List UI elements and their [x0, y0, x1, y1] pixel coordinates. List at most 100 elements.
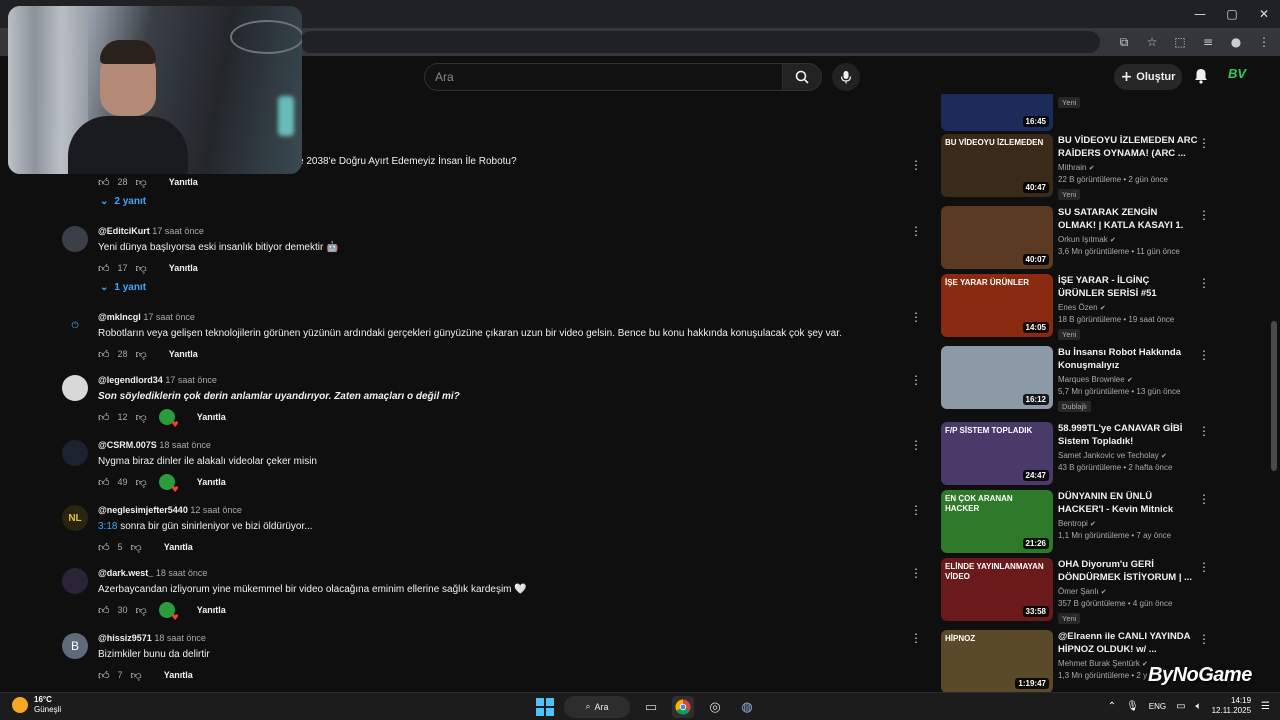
video-more-icon[interactable]: ⋮	[1198, 208, 1210, 222]
comment-author[interactable]: @EditciKurt	[98, 226, 150, 236]
minimize-button[interactable]: —	[1184, 0, 1216, 28]
taskbar-search[interactable]: ⌕ Ara	[564, 696, 630, 718]
clock[interactable]: 14:19 12.11.2025	[1212, 696, 1251, 716]
windows-start-icon[interactable]	[536, 698, 554, 716]
channel-name[interactable]: Mithrain	[1058, 163, 1086, 172]
create-button[interactable]: + Oluştur	[1114, 64, 1182, 90]
volume-icon[interactable]: 🔈︎	[1196, 701, 1202, 712]
install-icon[interactable]: ⧉	[1114, 32, 1134, 52]
comment-author[interactable]: @hissiz9571	[98, 633, 152, 643]
dislike-icon[interactable]: 👎︎	[136, 411, 147, 424]
comment-time[interactable]: 12 saat önce	[190, 505, 242, 515]
avatar[interactable]: B	[62, 633, 88, 659]
comment-more-icon[interactable]: ⋮	[910, 438, 922, 454]
channel-name[interactable]: Orkun Işıtmak	[1058, 235, 1108, 244]
recommended-video[interactable]: BU VİDEOYU İZLEMEDEN 40:47 BU VİDEOYU İZLE…	[940, 134, 1220, 200]
comment-time[interactable]: 18 saat önce	[154, 633, 206, 643]
recommended-video[interactable]: 16:45 Onur Naci Öztürker ✔6,4 B görüntüle…	[940, 94, 1220, 132]
comment-author[interactable]: @mklncgl	[98, 312, 141, 322]
video-thumbnail[interactable]: 40:07	[941, 206, 1053, 269]
profile-icon[interactable]: ●	[1226, 32, 1246, 52]
video-title[interactable]: İŞE YARAR - İLGİNÇ ÜRÜNLER SERİSİ #51	[1058, 274, 1198, 300]
comment-time[interactable]: 17 saat önce	[143, 312, 195, 322]
dislike-icon[interactable]: 👎︎	[136, 604, 147, 617]
video-thumbnail[interactable]: İŞE YARAR ÜRÜNLER 14:05	[941, 274, 1053, 337]
video-more-icon[interactable]: ⋮	[1198, 492, 1210, 506]
reply-button[interactable]: Yanıtla	[169, 349, 198, 359]
video-title[interactable]: OHA Diyorum'u GERİ DÖNDÜRMEK İSTİYORUM |…	[1058, 558, 1198, 584]
like-icon[interactable]: 👍︎	[98, 669, 110, 682]
video-channel[interactable]: Marques Brownlee ✔	[1058, 375, 1198, 384]
like-icon[interactable]: 👍︎	[98, 541, 110, 554]
channel-name[interactable]: Mehmet Burak Şentürk	[1058, 659, 1140, 668]
notification-icon[interactable]: ☰	[1261, 701, 1270, 712]
video-channel[interactable]: Orkun Işıtmak ✔	[1058, 235, 1198, 244]
search-input[interactable]: Ara	[424, 63, 782, 91]
dislike-icon[interactable]: 👎︎	[136, 476, 147, 489]
recommended-video[interactable]: İŞE YARAR ÜRÜNLER 14:05 İŞE YARAR - İLGİNÇ…	[940, 274, 1220, 340]
mic-tray-icon[interactable]: 🎙︎	[1126, 701, 1139, 712]
reply-button[interactable]: Yanıtla	[164, 542, 193, 552]
dislike-icon[interactable]: 👎︎	[131, 669, 142, 682]
view-replies-button[interactable]: ⌄ 1 yanıt	[100, 282, 146, 293]
channel-name[interactable]: Samet Jankovic ve Techolay	[1058, 451, 1159, 460]
comment-time[interactable]: 17 saat önce	[152, 226, 204, 236]
view-replies-button[interactable]: ⌄ 2 yanıt	[100, 196, 146, 207]
task-view-icon[interactable]: ▭	[640, 696, 662, 718]
avatar[interactable]: ⏻	[62, 312, 88, 338]
weather-widget[interactable]: 16°C Güneşli	[12, 695, 61, 715]
reply-button[interactable]: Yanıtla	[197, 605, 226, 615]
app-icon[interactable]: ◎	[704, 696, 726, 718]
dislike-icon[interactable]: 👎︎	[136, 348, 147, 361]
reply-button[interactable]: Yanıtla	[169, 263, 198, 273]
comment-more-icon[interactable]: ⋮	[910, 224, 922, 240]
video-title[interactable]: DÜNYANIN EN ÜNLÜ HACKER'I - Kevin Mitnic…	[1058, 490, 1198, 516]
close-button[interactable]: ✕	[1248, 0, 1280, 28]
comment-author[interactable]: @dark.west_	[98, 568, 153, 578]
video-channel[interactable]: Samet Jankovic ve Techolay ✔	[1058, 451, 1198, 460]
timestamp-link[interactable]: 3:18	[98, 521, 117, 532]
video-title[interactable]: 58.999TL'ye CANAVAR GİBİ Sistem Topladık…	[1058, 422, 1198, 448]
menu-icon[interactable]: ⋮	[1254, 32, 1274, 52]
video-more-icon[interactable]: ⋮	[1198, 276, 1210, 290]
video-title[interactable]: @Elraenn ile CANLI YAYINDA HİPNOZ OLDUK!…	[1058, 630, 1198, 656]
like-icon[interactable]: 👍︎	[98, 348, 110, 361]
maximize-button[interactable]: ▢	[1216, 0, 1248, 28]
video-more-icon[interactable]: ⋮	[1198, 348, 1210, 362]
video-thumbnail[interactable]: ELİNDE YAYINLANMAYAN VİDEO 33:58	[941, 558, 1053, 621]
comment-author[interactable]: @CSRM.007S	[98, 440, 157, 450]
like-icon[interactable]: 👍︎	[98, 604, 110, 617]
like-icon[interactable]: 👍︎	[98, 411, 110, 424]
video-thumbnail[interactable]: HİPNOZ 1:19:47	[941, 630, 1053, 692]
avatar[interactable]	[62, 440, 88, 466]
reply-button[interactable]: Yanıtla	[197, 412, 226, 422]
steam-icon[interactable]: ◍	[736, 696, 758, 718]
comment-more-icon[interactable]: ⋮	[910, 631, 922, 647]
video-channel[interactable]: Bentropi ✔	[1058, 519, 1198, 528]
avatar[interactable]: NL	[62, 505, 88, 531]
recommended-video[interactable]: 40:07 SU SATARAK ZENGİN OLMAK! | KATLA KA…	[940, 206, 1220, 270]
video-channel[interactable]: Mithrain ✔	[1058, 163, 1198, 172]
video-channel[interactable]: Enes Özen ✔	[1058, 303, 1198, 312]
scrollbar-thumb[interactable]	[1271, 321, 1277, 471]
recommended-video[interactable]: ELİNDE YAYINLANMAYAN VİDEO 33:58 OHA Diyor…	[940, 558, 1220, 624]
notifications-button[interactable]	[1190, 65, 1212, 87]
network-icon[interactable]: ▭	[1176, 701, 1185, 712]
page-scrollbar[interactable]	[1268, 56, 1280, 692]
comment-time[interactable]: 17 saat önce	[165, 375, 217, 385]
comment-time[interactable]: 18 saat önce	[156, 568, 208, 578]
video-thumbnail[interactable]: 16:45	[941, 94, 1053, 131]
dislike-icon[interactable]: 👎︎	[131, 541, 142, 554]
video-channel[interactable]: Ömer Şanlı ✔	[1058, 587, 1198, 596]
comment-more-icon[interactable]: ⋮	[910, 503, 922, 519]
channel-name[interactable]: Bentropi	[1058, 519, 1088, 528]
reply-button[interactable]: Yanıtla	[169, 177, 198, 187]
video-title[interactable]: Bu İnsansı Robot Hakkında Konuşmalıyız	[1058, 346, 1198, 372]
video-thumbnail[interactable]: EN ÇOK ARANAN HACKER 21:26	[941, 490, 1053, 553]
channel-name[interactable]: Enes Özen	[1058, 303, 1098, 312]
comment-more-icon[interactable]: ⋮	[910, 566, 922, 582]
comment-time[interactable]: 18 saat önce	[159, 440, 211, 450]
avatar[interactable]	[62, 226, 88, 252]
chrome-icon[interactable]	[672, 696, 694, 718]
like-icon[interactable]: 👍︎	[98, 176, 110, 189]
